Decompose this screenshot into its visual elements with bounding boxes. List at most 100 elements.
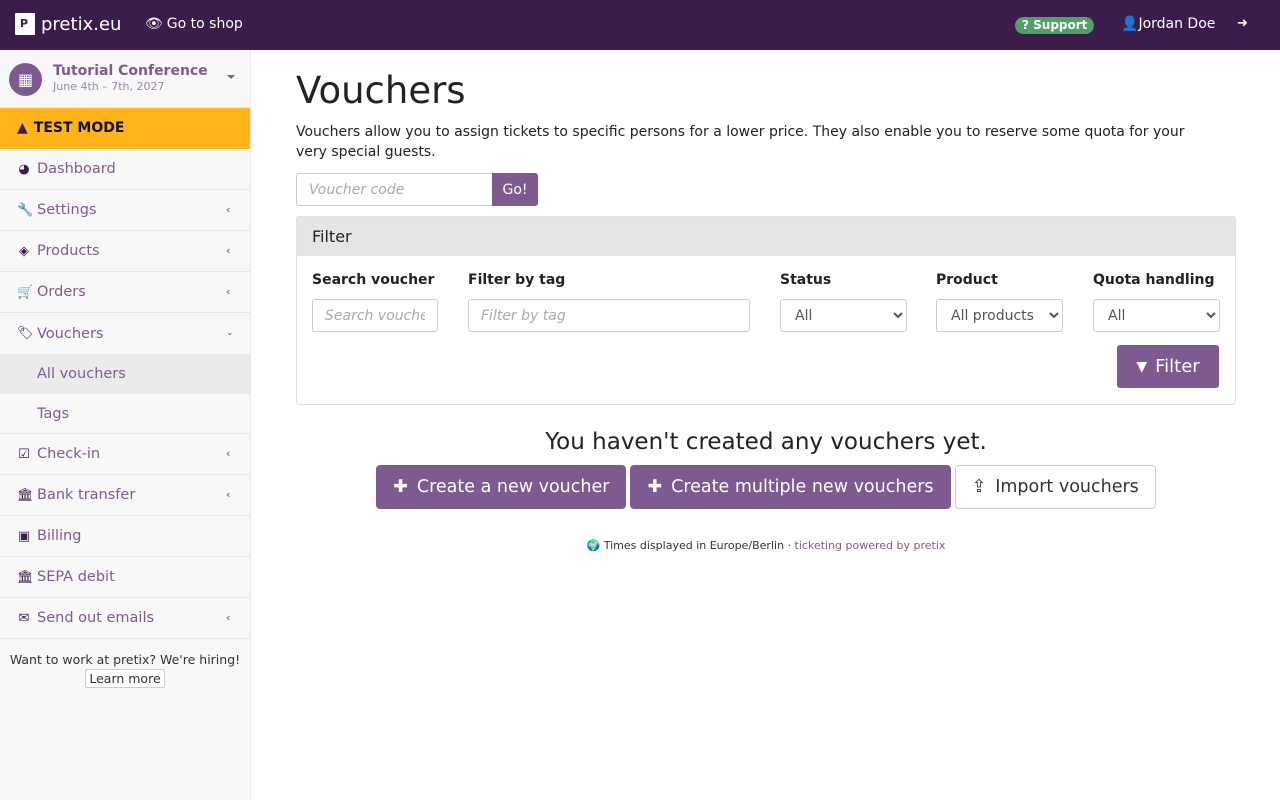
sidebar-item-dashboard[interactable]: ◕ Dashboard [0, 149, 250, 190]
sidebar-item-orders[interactable]: 🛒 Orders ‹ [0, 272, 250, 313]
bank-icon: 🏛 [17, 487, 34, 503]
sidebar-item-sepa-debit[interactable]: 🏛 SEPA debit [0, 557, 250, 598]
bank-icon: 🏛 [17, 569, 34, 585]
filter-button-label: Filter [1155, 356, 1200, 377]
sign-out-icon: ➜ [1237, 16, 1248, 31]
go-to-shop-label: Go to shop [166, 16, 243, 32]
product-label: Product [936, 272, 998, 288]
page-title: Vouchers [296, 69, 466, 112]
sidebar-item-billing[interactable]: ▣ Billing [0, 516, 250, 557]
create-multiple-vouchers-button[interactable]: ✚ Create multiple new vouchers [630, 465, 951, 509]
sidebar-item-label: Check-in [37, 446, 101, 462]
sidebar-item-label: SEPA debit [37, 569, 115, 585]
sidebar-subitem-label: All vouchers [37, 366, 126, 382]
user-name: Jordan Doe [1138, 16, 1216, 32]
plus-icon: ✚ [647, 477, 663, 497]
pretix-logo-icon [15, 13, 35, 35]
sidebar-item-settings[interactable]: 🔧 Settings ‹ [0, 190, 250, 231]
sidebar-subitem-tags[interactable]: Tags [0, 394, 250, 434]
quota-handling-label: Quota handling [1093, 272, 1215, 288]
hiring-text: Want to work at pretix? We're hiring! [9, 652, 241, 667]
wrench-icon: 🔧 [17, 202, 34, 218]
page-footer: 🌍 Times displayed in Europe/Berlin · tic… [296, 539, 1236, 552]
hiring-notice: Want to work at pretix? We're hiring! Le… [0, 639, 250, 688]
page-description: Vouchers allow you to assign tickets to … [296, 124, 1185, 160]
status-field: Status All [780, 272, 907, 332]
chevron-left-icon: ‹ [226, 611, 231, 624]
envelope-icon: ✉ [18, 610, 30, 626]
product-select[interactable]: All products [936, 299, 1063, 332]
question-circle-icon: ? [1022, 18, 1029, 32]
filter-by-tag-field: Filter by tag [468, 272, 750, 332]
sidebar-item-send-out-emails[interactable]: ✉ Send out emails ‹ [0, 598, 250, 639]
event-switcher[interactable]: ▦ Tutorial Conference June 4th – 7th, 20… [0, 50, 250, 108]
create-voucher-button[interactable]: ✚ Create a new voucher [376, 465, 627, 509]
voucher-code-input[interactable] [296, 173, 492, 206]
search-voucher-input[interactable] [312, 299, 438, 332]
chevron-down-icon: ⌄ [226, 328, 234, 338]
sidebar-item-products[interactable]: ◈ Products ‹ [0, 231, 250, 272]
powered-by-link[interactable]: ticketing powered by pretix [795, 539, 946, 552]
chevron-left-icon: ‹ [226, 488, 231, 501]
import-vouchers-label: Import vouchers [995, 477, 1139, 497]
create-voucher-label: Create a new voucher [416, 477, 610, 497]
dashboard-icon: ◕ [18, 161, 30, 177]
chevron-left-icon: ‹ [226, 285, 231, 298]
brand-link[interactable]: pretix.eu [15, 13, 121, 35]
ticket-icon: ◈ [19, 243, 29, 259]
test-mode-label: TEST MODE [33, 120, 125, 136]
sidebar-item-label: Products [37, 243, 100, 259]
sidebar-item-vouchers[interactable]: 🏷 Vouchers ⌄ [0, 313, 250, 354]
status-select[interactable]: All [780, 299, 907, 332]
caret-down-icon [227, 75, 235, 79]
filter-by-tag-label: Filter by tag [468, 272, 566, 288]
filter-heading: Filter [297, 217, 1235, 256]
test-mode-banner[interactable]: ▲ TEST MODE [0, 108, 250, 149]
sidebar-item-check-in[interactable]: ☑ Check-in ‹ [0, 434, 250, 475]
event-date: June 4th – 7th, 2027 [53, 80, 165, 93]
support-button[interactable]: ? Support [1015, 17, 1095, 34]
sidebar-item-bank-transfer[interactable]: 🏛 Bank transfer ‹ [0, 475, 250, 516]
timezone-text: Times displayed in Europe/Berlin [603, 539, 785, 552]
top-navbar: pretix.eu 👁 Go to shop ? Support 👤Jordan… [0, 0, 1280, 50]
filter-button[interactable]: ▼ Filter [1117, 345, 1219, 388]
chevron-left-icon: ‹ [226, 203, 231, 216]
sidebar-item-label: Bank transfer [37, 487, 136, 503]
money-icon: ▣ [17, 528, 31, 544]
sidebar-item-label: Dashboard [37, 161, 116, 177]
support-label: Support [1033, 18, 1088, 32]
sidebar-subitem-all-vouchers[interactable]: All vouchers [0, 354, 250, 394]
empty-state-message: You haven't created any vouchers yet. [545, 429, 987, 455]
user-icon: 👤 [1121, 16, 1139, 32]
learn-more-button[interactable]: Learn more [85, 669, 165, 688]
event-name: Tutorial Conference [53, 63, 208, 79]
chevron-left-icon: ‹ [226, 447, 231, 460]
sidebar: ▦ Tutorial Conference June 4th – 7th, 20… [0, 50, 251, 800]
brand-name: pretix.eu [41, 13, 122, 35]
status-label: Status [780, 272, 832, 288]
product-field: Product All products [936, 272, 1063, 332]
search-voucher-label: Search voucher [312, 272, 435, 288]
create-multiple-vouchers-label: Create multiple new vouchers [671, 477, 934, 497]
sidebar-subitem-label: Tags [37, 405, 70, 422]
main-content: Vouchers Vouchers allow you to assign ti… [296, 50, 1236, 552]
sidebar-item-label: Billing [37, 528, 82, 544]
chevron-left-icon: ‹ [226, 244, 231, 257]
sidebar-item-label: Orders [37, 284, 86, 300]
voucher-lookup-form: Go! [296, 173, 1236, 206]
sidebar-item-label: Send out emails [37, 610, 155, 626]
logout-button[interactable]: ➜ [1237, 16, 1248, 31]
filter-by-tag-input[interactable] [468, 299, 750, 332]
check-square-icon: ☑ [18, 446, 30, 462]
sidebar-item-label: Settings [37, 202, 97, 218]
import-vouchers-button[interactable]: ⇪ Import vouchers [954, 465, 1156, 509]
quota-handling-field: Quota handling All [1093, 272, 1220, 332]
user-menu[interactable]: 👤Jordan Doe [1121, 16, 1215, 32]
quota-handling-select[interactable]: All [1093, 299, 1220, 332]
filter-panel: Filter Search voucher Filter by tag Stat… [296, 216, 1236, 405]
go-to-shop-link[interactable]: 👁 Go to shop [145, 16, 243, 32]
search-voucher-field: Search voucher [312, 272, 438, 332]
footer-separator: · [784, 539, 795, 552]
warning-icon: ▲ [17, 120, 28, 136]
go-button[interactable]: Go! [492, 173, 538, 206]
